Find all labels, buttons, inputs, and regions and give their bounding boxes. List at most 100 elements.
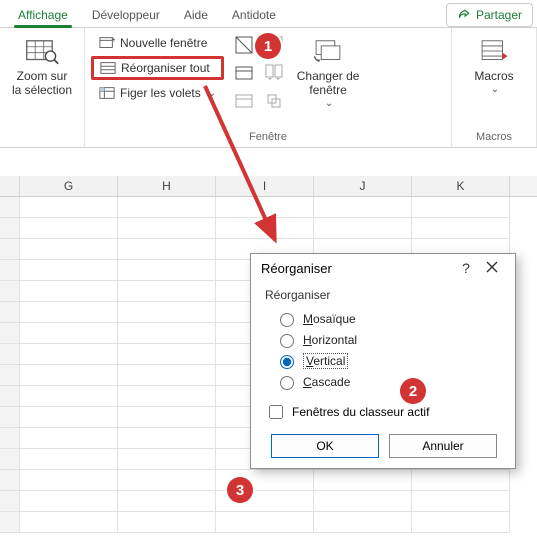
cell[interactable] [20,302,118,323]
row-header[interactable] [0,512,20,533]
cell[interactable] [216,197,314,218]
switch-window-button[interactable]: Changer de fenêtre ⌄ [292,32,364,113]
share-button[interactable]: Partager [446,3,533,27]
row-header[interactable] [0,218,20,239]
cell[interactable] [118,281,216,302]
cell[interactable] [314,197,412,218]
checkbox-active-workbook[interactable] [269,405,283,419]
row-header[interactable] [0,491,20,512]
corner-cell[interactable] [0,176,20,196]
cell[interactable] [118,302,216,323]
col-header[interactable]: I [216,176,314,196]
dialog-close-button[interactable] [479,260,505,276]
radio-horizontal-label[interactable]: Horizontal [303,333,357,347]
arrange-all-button[interactable]: Réorganiser tout [91,56,224,80]
cell[interactable] [118,449,216,470]
cell[interactable] [20,470,118,491]
row-header[interactable] [0,365,20,386]
cell[interactable] [20,428,118,449]
row-header[interactable] [0,239,20,260]
row-header[interactable] [0,470,20,491]
tab-help[interactable]: Aide [172,3,220,27]
split-button[interactable] [230,32,258,58]
cell[interactable] [20,344,118,365]
hide-button[interactable] [230,60,258,86]
row-header[interactable] [0,386,20,407]
cell[interactable] [314,491,412,512]
zoom-selection-label: Zoom sur la sélection [12,70,72,98]
radio-cascade[interactable] [280,376,294,390]
sync-scroll-button[interactable] [260,60,288,86]
cell[interactable] [118,407,216,428]
radio-tile[interactable] [280,313,294,327]
cell[interactable] [314,218,412,239]
cell[interactable] [118,470,216,491]
radio-vertical[interactable] [280,355,294,369]
cell[interactable] [20,323,118,344]
row-header[interactable] [0,407,20,428]
tab-antidote[interactable]: Antidote [220,3,288,27]
cell[interactable] [314,512,412,533]
cancel-button[interactable]: Annuler [389,434,497,458]
cell[interactable] [20,512,118,533]
row-header[interactable] [0,449,20,470]
cell[interactable] [412,491,510,512]
col-header[interactable]: K [412,176,510,196]
cell[interactable] [118,365,216,386]
new-window-button[interactable]: + Nouvelle fenêtre [91,32,224,54]
cell[interactable] [118,344,216,365]
col-header[interactable]: J [314,176,412,196]
cell[interactable] [216,218,314,239]
cell[interactable] [20,197,118,218]
cell[interactable] [412,218,510,239]
radio-tile-label[interactable]: Mosaïque [303,312,356,326]
cell[interactable] [20,260,118,281]
col-header[interactable]: G [20,176,118,196]
unhide-button[interactable] [230,88,258,114]
tab-developer[interactable]: Développeur [80,3,172,27]
row-header[interactable] [0,428,20,449]
cell[interactable] [412,197,510,218]
col-header[interactable]: H [118,176,216,196]
cell[interactable] [20,218,118,239]
cell[interactable] [118,512,216,533]
row-header[interactable] [0,302,20,323]
cell[interactable] [314,470,412,491]
cell[interactable] [20,281,118,302]
cell[interactable] [118,491,216,512]
cell[interactable] [118,428,216,449]
cell[interactable] [118,260,216,281]
row-header[interactable] [0,344,20,365]
cell[interactable] [20,449,118,470]
share-icon [457,8,471,22]
row-header[interactable] [0,323,20,344]
cell[interactable] [216,512,314,533]
cell[interactable] [20,239,118,260]
dialog-help-button[interactable]: ? [453,260,479,276]
cell[interactable] [118,239,216,260]
zoom-selection-button[interactable]: Zoom sur la sélection [6,32,78,102]
cell[interactable] [118,323,216,344]
macros-button[interactable]: Macros ⌄ [458,32,530,99]
radio-horizontal[interactable] [280,334,294,348]
cell[interactable] [118,197,216,218]
cell[interactable] [412,470,510,491]
row-header[interactable] [0,260,20,281]
cell[interactable] [118,386,216,407]
radio-vertical-label[interactable]: Vertical [303,354,348,368]
checkbox-active-workbook-label[interactable]: Fenêtres du classeur actif [292,405,429,419]
cell[interactable] [20,407,118,428]
freeze-panes-button[interactable]: Figer les volets ⌄ [91,82,224,104]
cell[interactable] [20,491,118,512]
dialog-group-label: Réorganiser [265,288,501,302]
reset-pos-button[interactable] [260,88,288,114]
radio-cascade-label[interactable]: Cascade [303,375,350,389]
cell[interactable] [118,218,216,239]
ok-button[interactable]: OK [271,434,379,458]
row-header[interactable] [0,197,20,218]
tab-view[interactable]: Affichage [6,3,80,27]
cell[interactable] [20,365,118,386]
cell[interactable] [20,386,118,407]
cell[interactable] [412,512,510,533]
row-header[interactable] [0,281,20,302]
